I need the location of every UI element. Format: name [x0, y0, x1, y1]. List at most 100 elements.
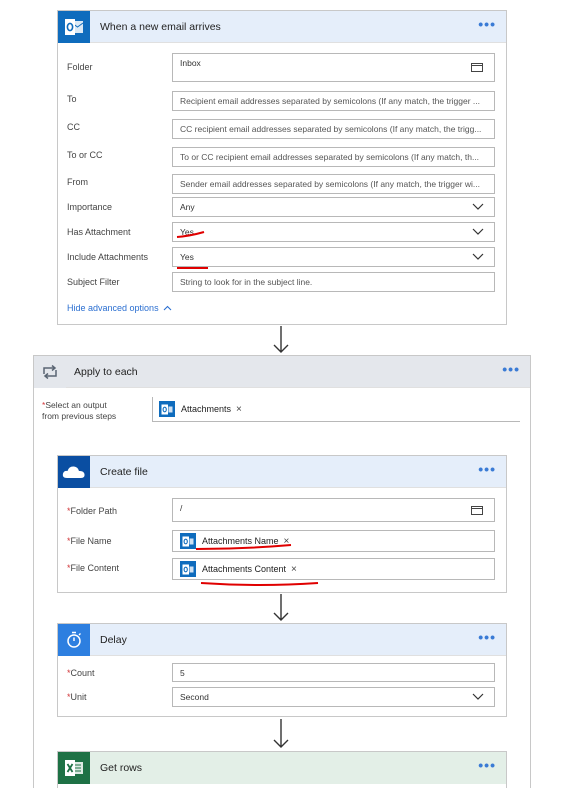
select-output-input[interactable]: Attachments ×: [152, 397, 520, 422]
folder-path-input[interactable]: /: [172, 498, 495, 522]
annotation-underline-file-name: [195, 544, 292, 550]
count-label: *Count: [67, 668, 95, 678]
to-input[interactable]: Recipient email addresses separated by s…: [172, 91, 495, 111]
folder-path-row: *Folder Path /: [58, 498, 506, 522]
count-value: 5: [180, 667, 185, 678]
folder-value: Inbox: [180, 58, 201, 68]
folder-path-value: /: [180, 503, 183, 513]
folder-path-label: *Folder Path: [67, 506, 118, 516]
unit-value: Second: [180, 692, 209, 702]
annotation-underline-file-content: [200, 582, 319, 586]
get-rows-card: Get rows •••: [57, 751, 507, 788]
to-or-cc-row: To or CC To or CC recipient email addres…: [58, 146, 506, 168]
unit-row: *Unit Second: [58, 687, 506, 709]
folder-input[interactable]: Inbox: [172, 53, 495, 82]
chevron-down-icon: [472, 693, 484, 700]
from-label: From: [67, 177, 88, 187]
delay-header[interactable]: Delay •••: [58, 623, 506, 656]
attachments-content-token[interactable]: Attachments Content ×: [180, 561, 297, 577]
to-or-cc-placeholder: To or CC recipient email addresses separ…: [180, 152, 480, 162]
remove-token-icon[interactable]: ×: [291, 564, 297, 575]
hide-advanced-options-label: Hide advanced options: [67, 303, 159, 313]
onedrive-icon: [58, 455, 90, 488]
subject-filter-input[interactable]: String to look for in the subject line.: [172, 272, 495, 292]
subject-filter-placeholder: String to look for in the subject line.: [180, 277, 313, 287]
excel-icon: [58, 752, 90, 784]
chevron-up-icon: [163, 305, 172, 311]
to-or-cc-label: To or CC: [67, 150, 103, 160]
from-placeholder: Sender email addresses separated by semi…: [180, 179, 481, 189]
include-attachments-row: Include Attachments Yes: [58, 247, 506, 269]
trigger-more-menu[interactable]: •••: [478, 17, 496, 31]
chevron-down-icon: [472, 253, 484, 260]
folder-picker-icon[interactable]: [471, 506, 483, 515]
attachments-content-label: Attachments Content: [202, 564, 287, 574]
create-file-title: Create file: [100, 465, 148, 478]
from-input[interactable]: Sender email addresses separated by semi…: [172, 174, 495, 194]
has-attachment-label: Has Attachment: [67, 227, 131, 237]
importance-label: Importance: [67, 202, 113, 212]
get-rows-header[interactable]: Get rows •••: [58, 752, 506, 784]
to-row: To Recipient email addresses separated b…: [58, 90, 506, 112]
outlook-icon: [180, 561, 196, 577]
remove-token-icon[interactable]: ×: [236, 404, 242, 415]
count-input[interactable]: 5: [172, 663, 495, 682]
select-output-label: *Select an output from previous steps: [42, 400, 117, 421]
create-file-header[interactable]: Create file •••: [58, 455, 506, 488]
apply-to-each-more-menu[interactable]: •••: [502, 362, 520, 376]
trigger-title: When a new email arrives: [100, 20, 221, 33]
flow-arrow: [273, 326, 289, 353]
file-content-input[interactable]: Attachments Content ×: [172, 558, 495, 580]
file-content-row: *File Content Attachments Content ×: [58, 558, 506, 580]
get-rows-title: Get rows: [100, 762, 143, 774]
hide-advanced-options-link[interactable]: Hide advanced options: [67, 303, 172, 313]
folder-row: Folder Inbox: [58, 53, 506, 82]
delay-card: Delay ••• *Count 5 *Unit Second: [57, 623, 507, 717]
annotation-underline-include-attachments: [177, 267, 208, 269]
unit-select[interactable]: Second: [172, 687, 495, 707]
importance-select[interactable]: Any: [172, 197, 495, 217]
trigger-card: When a new email arrives ••• Folder Inbo…: [57, 10, 507, 325]
include-attachments-label: Include Attachments: [67, 252, 149, 262]
subject-filter-label: Subject Filter: [67, 277, 120, 287]
apply-to-each-header[interactable]: Apply to each •••: [34, 355, 530, 388]
annotation-underline-has-attachment: [176, 231, 205, 238]
include-attachments-select[interactable]: Yes: [172, 247, 495, 267]
count-row: *Count 5: [58, 663, 506, 685]
outlook-icon: [159, 401, 175, 417]
cc-input[interactable]: CC recipient email addresses separated b…: [172, 119, 495, 139]
flow-arrow: [273, 594, 289, 621]
importance-value: Any: [180, 202, 195, 212]
cc-label: CC: [67, 122, 80, 132]
file-content-label: *File Content: [67, 563, 120, 573]
attachments-token-label: Attachments: [181, 404, 232, 414]
chevron-down-icon: [472, 203, 484, 210]
trigger-card-header[interactable]: When a new email arrives •••: [58, 10, 506, 43]
flow-arrow: [273, 719, 289, 748]
delay-more-menu[interactable]: •••: [478, 630, 496, 644]
create-file-more-menu[interactable]: •••: [478, 462, 496, 476]
unit-label: *Unit: [67, 692, 87, 702]
cc-row: CC CC recipient email addresses separate…: [58, 118, 506, 140]
attachments-token[interactable]: Attachments ×: [159, 401, 242, 417]
cc-placeholder: CC recipient email addresses separated b…: [180, 124, 482, 134]
importance-row: Importance Any: [58, 197, 506, 219]
loop-icon: [34, 355, 66, 388]
has-attachment-select[interactable]: Yes: [172, 222, 495, 242]
include-attachments-value: Yes: [180, 252, 194, 262]
get-rows-more-menu[interactable]: •••: [478, 758, 496, 772]
delay-title: Delay: [100, 633, 127, 646]
apply-to-each-title: Apply to each: [74, 365, 138, 378]
to-placeholder: Recipient email addresses separated by s…: [180, 96, 481, 106]
to-or-cc-input[interactable]: To or CC recipient email addresses separ…: [172, 147, 495, 167]
subject-filter-row: Subject Filter String to look for in the…: [58, 272, 506, 294]
outlook-icon: [58, 10, 90, 43]
folder-picker-icon[interactable]: [471, 63, 483, 72]
create-file-card: Create file ••• *Folder Path / *File Nam…: [57, 455, 507, 593]
to-label: To: [67, 94, 77, 104]
chevron-down-icon: [472, 228, 484, 235]
has-attachment-row: Has Attachment Yes: [58, 222, 506, 244]
timer-icon: [58, 623, 90, 656]
from-row: From Sender email addresses separated by…: [58, 173, 506, 195]
folder-label: Folder: [67, 62, 93, 72]
